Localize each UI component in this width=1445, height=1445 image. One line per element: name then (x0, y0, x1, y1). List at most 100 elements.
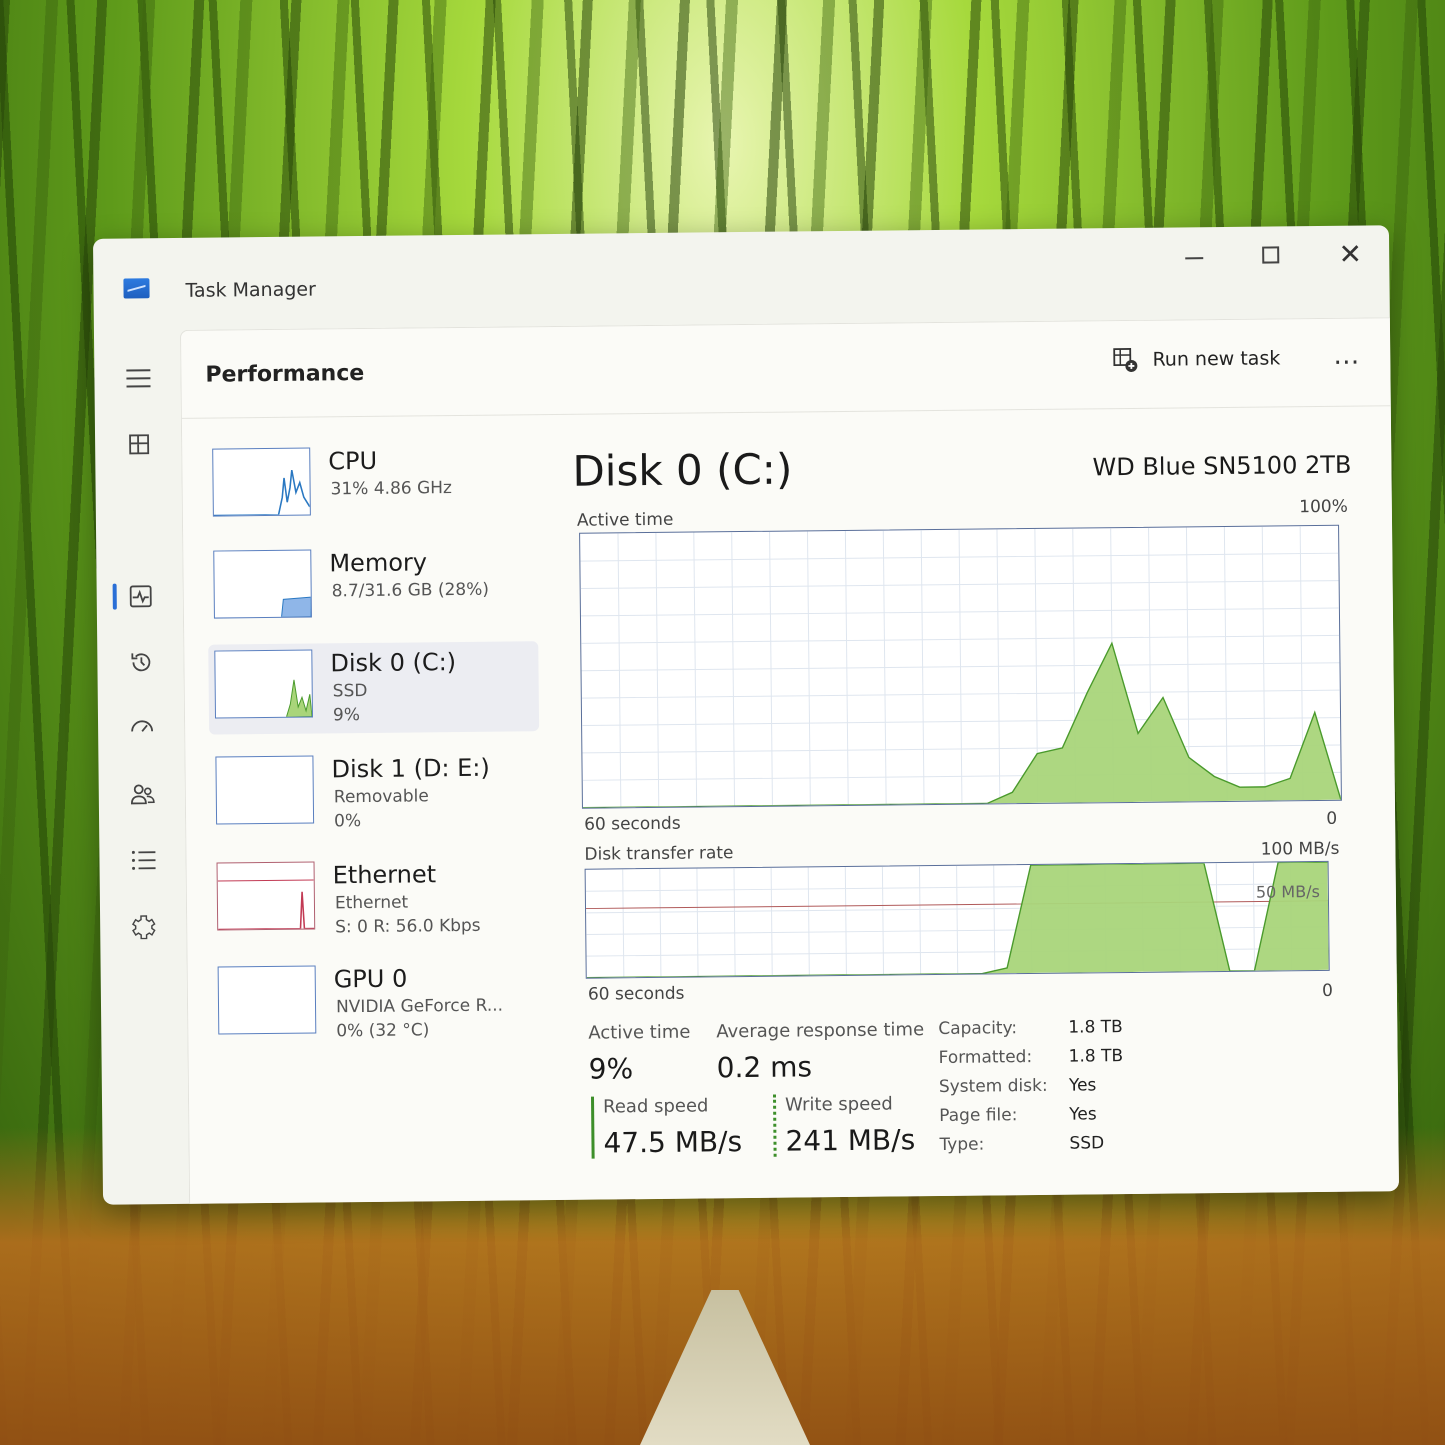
device-usage: 0% (32 °C) (336, 1020, 430, 1042)
device-model: NVIDIA GeForce R... (335, 995, 504, 1018)
transfer-rate-graph-x-left: 60 seconds (587, 983, 685, 1005)
active-time-chart (580, 526, 1341, 808)
formatted-value: 1.8 TB (1068, 1046, 1124, 1067)
device-type: SSD (332, 680, 368, 702)
transfer-rate-graph-max: 100 MB/s (1260, 838, 1340, 860)
active-time-graph-x-left: 60 seconds (584, 813, 681, 835)
grid-line (770, 867, 773, 976)
disk-0-thumbnail-graph (214, 649, 314, 719)
formatted-key: Formatted: (938, 1047, 1033, 1069)
users-icon[interactable] (123, 774, 163, 814)
processes-icon[interactable] (119, 424, 159, 464)
task-manager-window: Task Manager ✕ Performance Run new task … (92, 225, 1400, 1205)
transfer-rate-graph: 50 MB/s (584, 860, 1330, 979)
system-disk-value: Yes (1068, 1075, 1097, 1096)
active-time-graph-max: 100% (1299, 496, 1348, 518)
app-title: Task Manager (185, 278, 316, 302)
active-time-graph-x-right: 0 (1326, 808, 1338, 829)
grid-line (1252, 862, 1256, 971)
device-memory[interactable]: Memory 8.7/31.6 GB (28%) (207, 541, 538, 634)
grid-line (993, 865, 996, 974)
performance-icon[interactable] (121, 576, 161, 616)
capacity-value: 1.8 TB (1068, 1017, 1123, 1038)
grid-line (659, 868, 662, 977)
run-new-task-button[interactable]: Run new task (1112, 345, 1280, 373)
more-options-button[interactable]: … (1333, 341, 1360, 371)
write-speed-legend-line (772, 1094, 777, 1157)
gpu-thumbnail-graph (217, 965, 317, 1035)
device-name: CPU (328, 446, 378, 476)
active-time-graph-label: Active time (576, 509, 674, 531)
nav-selection-indicator (112, 583, 117, 610)
active-time-value: 9% (588, 1052, 634, 1086)
startup-apps-icon[interactable] (122, 708, 162, 748)
device-cpu[interactable]: CPU 31% 4.86 GHz (206, 439, 537, 532)
grid-line (918, 866, 922, 975)
disk-1-thumbnail-graph (215, 755, 315, 825)
grid-line (622, 869, 625, 978)
run-new-task-label: Run new task (1152, 347, 1281, 371)
grid-line (733, 868, 736, 977)
device-name: Memory (329, 548, 428, 578)
grid-line (844, 866, 847, 975)
maximize-button[interactable] (1235, 232, 1305, 277)
system-disk-key: System disk: (938, 1075, 1048, 1097)
transfer-rate-chart (585, 861, 1329, 978)
grid-line (696, 868, 699, 977)
maximize-icon (1261, 245, 1279, 264)
avg-response-value: 0.2 ms (716, 1050, 813, 1085)
read-speed-value: 47.5 MB/s (603, 1125, 743, 1160)
write-speed-value: 241 MB/s (785, 1123, 916, 1158)
performance-page: Performance Run new task … CPU 31% 4.86 … (179, 317, 1400, 1204)
disk-model: WD Blue SN5100 2TB (1092, 450, 1352, 482)
grid-line (956, 865, 959, 974)
app-history-icon[interactable] (121, 642, 161, 682)
ethernet-thumbnail-graph (216, 861, 316, 931)
active-time-label: Active time (588, 1021, 691, 1044)
transfer-rate-graph-mid: 50 MB/s (1255, 882, 1320, 902)
device-usage: 9% (332, 705, 361, 726)
device-ethernet[interactable]: Ethernet Ethernet S: 0 R: 56.0 Kbps (210, 853, 541, 946)
type-key: Type: (939, 1134, 985, 1155)
page-file-key: Page file: (939, 1105, 1018, 1126)
page-file-value: Yes (1069, 1104, 1097, 1125)
task-manager-icon (123, 278, 150, 299)
device-usage: 31% 4.86 GHz (330, 478, 453, 500)
minimize-icon (1185, 257, 1204, 260)
disk-title: Disk 0 (C:) (572, 444, 793, 496)
device-gpu-0[interactable]: GPU 0 NVIDIA GeForce R... 0% (32 °C) (212, 957, 543, 1050)
page-title: Performance (205, 360, 365, 388)
device-disk-1[interactable]: Disk 1 (D: E:) Removable 0% (209, 747, 540, 840)
read-speed-label: Read speed (602, 1095, 709, 1118)
device-usage: 8.7/31.6 GB (28%) (331, 579, 490, 602)
avg-response-label: Average response time (716, 1019, 925, 1043)
close-button[interactable]: ✕ (1315, 231, 1385, 276)
grid-line (807, 867, 810, 976)
device-name: Disk 0 (C:) (330, 648, 457, 678)
device-name: GPU 0 (333, 964, 408, 994)
type-value: SSD (1069, 1133, 1105, 1154)
device-adapter: Ethernet (334, 892, 409, 914)
cpu-thumbnail-graph (212, 447, 311, 517)
details-icon[interactable] (123, 840, 163, 880)
grid-line (881, 866, 885, 975)
minimize-button[interactable] (1159, 233, 1229, 278)
run-new-task-icon (1112, 347, 1138, 373)
device-name: Disk 1 (D: E:) (331, 753, 490, 784)
title-bar[interactable]: Task Manager ✕ (93, 225, 1390, 329)
services-icon[interactable] (124, 906, 164, 946)
capacity-key: Capacity: (938, 1018, 1018, 1040)
device-throughput: S: 0 R: 56.0 Kbps (335, 915, 481, 938)
transfer-rate-graph-x-right: 0 (1321, 980, 1334, 1001)
page-header: Performance Run new task … (180, 318, 1391, 419)
device-name: Ethernet (332, 860, 437, 890)
device-disk-0[interactable]: Disk 0 (C:) SSD 9% (208, 641, 540, 735)
read-speed-legend-line (590, 1096, 595, 1159)
memory-thumbnail-graph (213, 549, 312, 619)
menu-icon[interactable] (118, 358, 158, 398)
write-speed-label: Write speed (784, 1093, 893, 1116)
transfer-rate-graph-label: Disk transfer rate (584, 843, 734, 865)
close-icon: ✕ (1338, 237, 1363, 271)
active-time-graph (579, 524, 1342, 809)
nav-rail (94, 328, 189, 1205)
